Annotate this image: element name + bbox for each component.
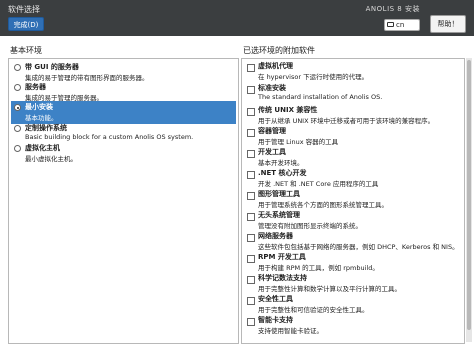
- addons-list: 虚拟机代理 在 hypervisor 下运行时使用的代理。 标准安装 The s…: [241, 58, 465, 344]
- environments-list: 带 GUI 的服务器 集成的易于管理的带有图形界面的服务器。 服务器 集成的易于…: [8, 58, 239, 344]
- checkbox[interactable]: [247, 318, 255, 326]
- radio-button[interactable]: [14, 145, 21, 152]
- addon-item[interactable]: .NET 核心开发 开发 .NET 和 .NET Core 应用程序的工具: [244, 168, 460, 188]
- addon-item[interactable]: 安全性工具 用于完整性和可信验证的安全性工具。: [244, 294, 460, 314]
- scrollbar-thumb[interactable]: [467, 60, 471, 330]
- checkbox[interactable]: [247, 86, 255, 94]
- checkbox[interactable]: [247, 64, 255, 72]
- checkbox[interactable]: [247, 255, 255, 263]
- addon-item[interactable]: 标准安装 The standard installation of Anolis…: [244, 83, 460, 103]
- addon-item[interactable]: 传统 UNIX 兼容性 用于从继承 UNIX 环境中迁移或者可用于该环境的兼容程…: [244, 105, 460, 125]
- addons-heading: 已选环境的附加软件: [243, 46, 315, 55]
- checkbox[interactable]: [247, 129, 255, 137]
- keyboard-icon: [387, 22, 394, 27]
- radio-button[interactable]: [14, 84, 21, 91]
- checkbox[interactable]: [247, 297, 255, 305]
- addon-item[interactable]: 开发工具 基本开发环境。: [244, 147, 460, 167]
- checkbox[interactable]: [247, 150, 255, 158]
- addon-item[interactable]: 虚拟机代理 在 hypervisor 下运行时使用的代理。: [244, 61, 460, 81]
- environment-item-selected[interactable]: 最小安装 基本功能。: [11, 101, 236, 124]
- addons-scrollbar[interactable]: [466, 58, 472, 342]
- checkbox[interactable]: [247, 213, 255, 221]
- checkbox[interactable]: [247, 108, 255, 116]
- help-button[interactable]: 帮助！: [430, 15, 466, 33]
- environments-heading: 基本环境: [10, 46, 42, 55]
- keyboard-layout-label: cn: [396, 21, 405, 29]
- addon-item[interactable]: 智能卡支持 支持使用智能卡验证。: [244, 315, 460, 335]
- addon-item[interactable]: 科学记数法支持 用于完整性计算和数学计算以及平行计算的工具。: [244, 273, 460, 293]
- addon-item[interactable]: 无头系统管理 管理没有附加图形显示终端的系统。: [244, 210, 460, 230]
- installer-title: ANOLIS 8 安装: [365, 5, 420, 13]
- addon-item[interactable]: 图形管理工具 用于管理系统各个方面的图形系统管理工具。: [244, 189, 460, 209]
- radio-button[interactable]: [14, 104, 21, 111]
- checkbox[interactable]: [247, 234, 255, 242]
- page-title: 软件选择: [8, 5, 40, 14]
- checkbox[interactable]: [247, 276, 255, 284]
- checkbox[interactable]: [247, 192, 255, 200]
- keyboard-layout-indicator[interactable]: cn: [384, 19, 420, 31]
- top-bar: 软件选择 完成(D) ANOLIS 8 安装 cn 帮助！: [0, 0, 474, 36]
- radio-button[interactable]: [14, 125, 21, 132]
- done-button[interactable]: 完成(D): [8, 17, 44, 31]
- addon-item[interactable]: 容器管理 用于管理 Linux 容器的工具: [244, 126, 460, 146]
- addon-item[interactable]: 网络服务器 这些软件包包括基于网络的服务器，例如 DHCP、Kerberos 和…: [244, 231, 460, 251]
- radio-button[interactable]: [14, 64, 21, 71]
- environment-item[interactable]: 虚拟化主机 最小虚拟化主机。: [11, 142, 236, 165]
- checkbox[interactable]: [247, 171, 255, 179]
- addon-item[interactable]: RPM 开发工具 用于构建 RPM 的工具，例如 rpmbuild。: [244, 252, 460, 272]
